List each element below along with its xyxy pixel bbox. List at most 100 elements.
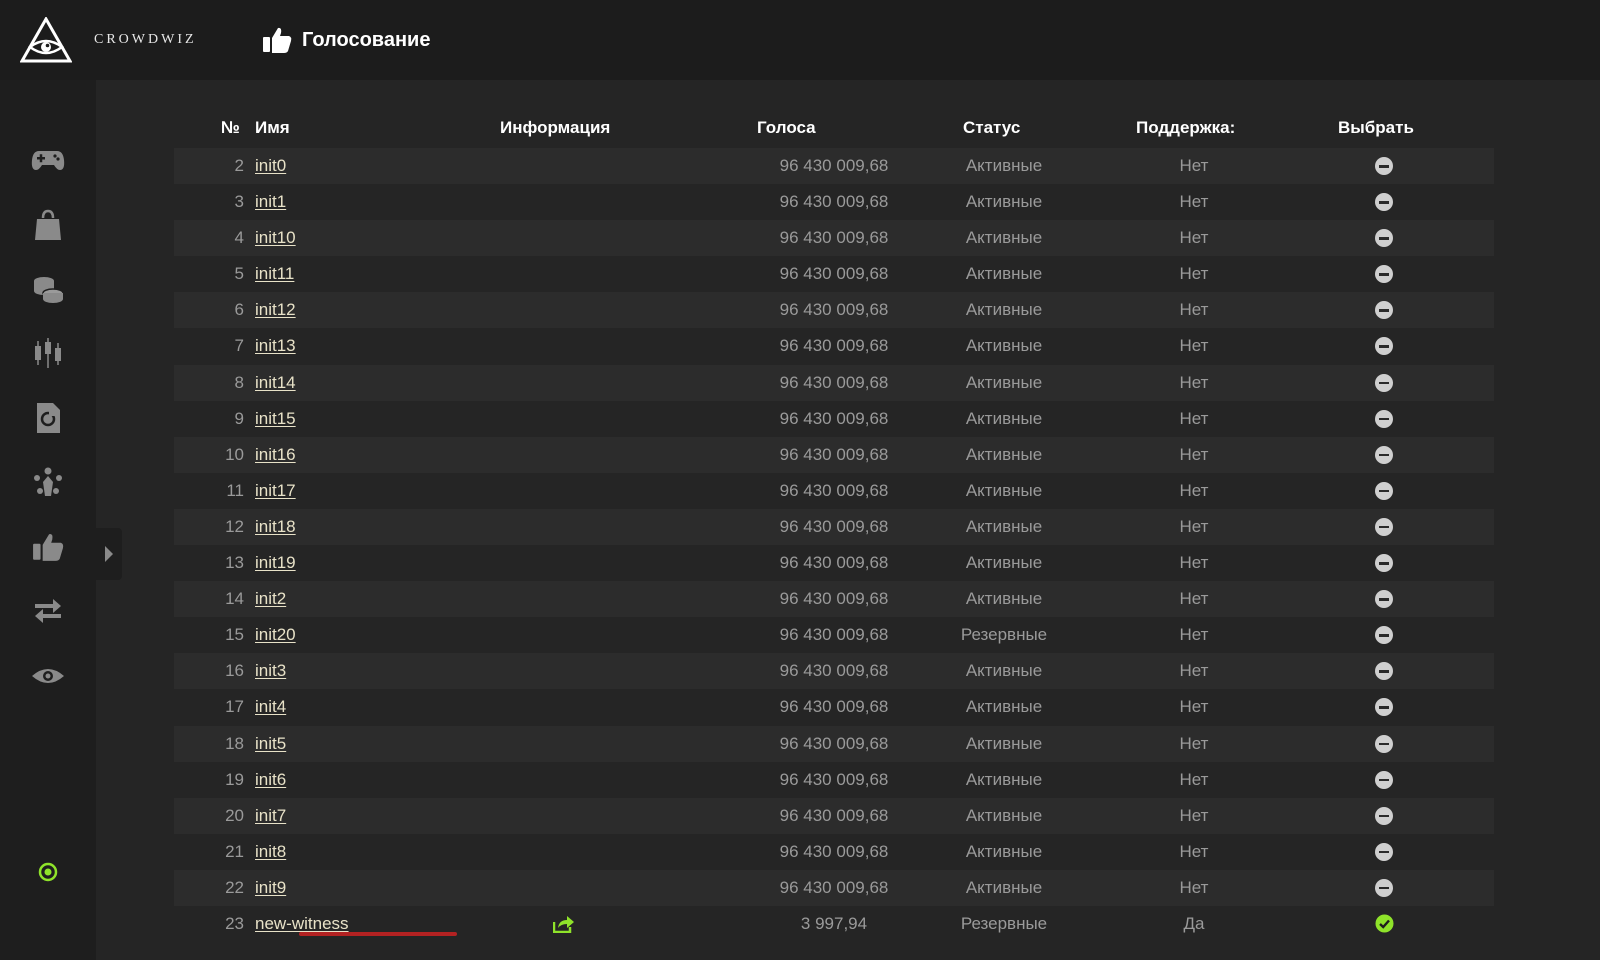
brand-name: CROWDWIZ xyxy=(94,32,197,47)
witness-name-link[interactable]: init2 xyxy=(255,589,286,608)
minus-circle-icon[interactable] xyxy=(1375,373,1393,392)
info-cell xyxy=(544,292,584,328)
status-value: Активные xyxy=(965,444,1043,464)
minus-circle-icon[interactable] xyxy=(1375,806,1393,825)
sidebar-item-trading[interactable] xyxy=(28,333,68,373)
minus-circle-icon[interactable] xyxy=(1375,157,1393,175)
minus-circle-icon[interactable] xyxy=(1375,517,1393,536)
select-cell xyxy=(1364,762,1404,798)
witness-name: init6 xyxy=(255,762,286,798)
minus-circle-icon[interactable] xyxy=(1375,590,1393,609)
sidebar-item-exchange[interactable] xyxy=(28,591,68,631)
select-cell xyxy=(1364,617,1404,653)
header-name[interactable]: Имя xyxy=(255,118,290,138)
info-cell xyxy=(544,437,584,473)
page-header: Голосование xyxy=(262,26,430,54)
minus-circle-icon[interactable] xyxy=(1375,301,1393,320)
info-cell xyxy=(544,798,584,834)
table-row: 19 init6 96 430 009,68 Активные Нет xyxy=(174,762,1494,798)
header-status[interactable]: Статус xyxy=(963,118,1020,138)
info-cell xyxy=(544,256,584,292)
witness-name-link[interactable]: init19 xyxy=(255,553,296,572)
sidebar-item-shop[interactable] xyxy=(28,205,68,245)
table-row: 14 init2 96 430 009,68 Активные Нет xyxy=(174,581,1494,618)
minus-circle-icon[interactable] xyxy=(1375,878,1393,897)
minus-circle-icon[interactable] xyxy=(1375,481,1393,500)
minus-circle-icon[interactable] xyxy=(1375,265,1393,284)
witness-name-link[interactable]: init9 xyxy=(255,878,286,897)
witness-name-link[interactable]: init16 xyxy=(255,445,296,464)
logo[interactable]: CROWDWIZ xyxy=(20,17,240,63)
witness-name-link[interactable]: init13 xyxy=(255,336,296,355)
status-value: Активные xyxy=(965,769,1043,789)
minus-circle-icon[interactable] xyxy=(1375,626,1393,645)
minus-circle-icon[interactable] xyxy=(1375,337,1393,356)
info-cell xyxy=(544,762,584,798)
witness-name-link[interactable]: init3 xyxy=(255,661,286,680)
status-value: Активные xyxy=(965,192,1043,212)
sidebar-item-network[interactable] xyxy=(28,462,68,502)
witness-name-link[interactable]: new-witness xyxy=(255,914,349,933)
minus-circle-icon[interactable] xyxy=(1375,842,1393,861)
witness-name-link[interactable]: init6 xyxy=(255,770,286,789)
witness-name-link[interactable]: init15 xyxy=(255,409,296,428)
header-support: Поддержка: xyxy=(1136,118,1236,137)
witness-name-link[interactable]: init5 xyxy=(255,734,286,753)
sidebar-item-games[interactable] xyxy=(28,140,68,180)
minus-circle-icon[interactable] xyxy=(1375,554,1393,573)
witness-name-link[interactable]: init1 xyxy=(255,192,286,211)
witness-name-link[interactable]: init18 xyxy=(255,517,296,536)
status-value: Активные xyxy=(965,805,1043,825)
row-number: 7 xyxy=(234,336,244,356)
table-row: 9 init15 96 430 009,68 Активные Нет xyxy=(174,401,1494,437)
table-row: 5 init11 96 430 009,68 Активные Нет xyxy=(174,256,1494,292)
minus-circle-icon[interactable] xyxy=(1375,409,1393,428)
check-circle-icon[interactable] xyxy=(1375,914,1394,933)
witness-name-link[interactable]: init7 xyxy=(255,806,286,825)
witness-name-link[interactable]: init17 xyxy=(255,481,296,500)
minus-circle-icon[interactable] xyxy=(1375,445,1393,464)
witness-name-link[interactable]: init14 xyxy=(255,373,296,392)
witness-name-link[interactable]: init4 xyxy=(255,697,286,716)
witness-name-link[interactable]: init8 xyxy=(255,842,286,861)
support-value: Нет xyxy=(1179,336,1209,356)
witness-name: init3 xyxy=(255,653,286,689)
witness-name: init11 xyxy=(255,256,294,292)
minus-circle-icon[interactable] xyxy=(1375,770,1393,789)
minus-circle-icon[interactable] xyxy=(1375,734,1393,753)
witness-name-link[interactable]: init0 xyxy=(255,156,286,175)
witness-name-link[interactable]: init11 xyxy=(255,264,294,283)
minus-circle-icon[interactable] xyxy=(1375,229,1393,248)
witness-name-link[interactable]: init10 xyxy=(255,228,296,247)
row-number: 3 xyxy=(234,192,244,212)
table-row: 10 init16 96 430 009,68 Активные Нет xyxy=(174,436,1494,473)
support-value: Нет xyxy=(1179,697,1209,717)
row-number: 23 xyxy=(225,913,244,933)
row-number: 8 xyxy=(234,372,244,392)
share-icon[interactable] xyxy=(552,915,575,934)
minus-circle-icon[interactable] xyxy=(1375,662,1393,681)
minus-circle-icon[interactable] xyxy=(1375,193,1393,212)
minus-circle-icon[interactable] xyxy=(1375,698,1393,717)
sidebar-item-coins[interactable] xyxy=(28,269,68,309)
table-row: 6 init12 96 430 009,68 Активные Нет xyxy=(174,292,1494,329)
support-value: Нет xyxy=(1179,444,1209,464)
row-number: 11 xyxy=(226,480,244,500)
online-status xyxy=(28,852,68,892)
sidebar-item-contracts[interactable] xyxy=(28,398,68,438)
witness-name-link[interactable]: init20 xyxy=(255,625,296,644)
witness-name-link[interactable]: init12 xyxy=(255,300,296,319)
sidebar-item-voting[interactable] xyxy=(28,527,68,567)
header-votes[interactable]: Голоса xyxy=(757,118,816,138)
support-value: Нет xyxy=(1179,877,1209,897)
sidebar-item-view[interactable] xyxy=(28,656,68,696)
select-cell xyxy=(1364,509,1404,545)
support-value: Нет xyxy=(1179,553,1209,573)
row-number: 17 xyxy=(225,697,244,717)
support-value: Нет xyxy=(1179,625,1209,645)
support-value: Нет xyxy=(1179,228,1209,248)
sidebar-expand-toggle[interactable] xyxy=(96,528,122,580)
support-value: Нет xyxy=(1179,372,1209,392)
select-cell xyxy=(1364,184,1404,220)
status-value: Активные xyxy=(965,841,1043,861)
